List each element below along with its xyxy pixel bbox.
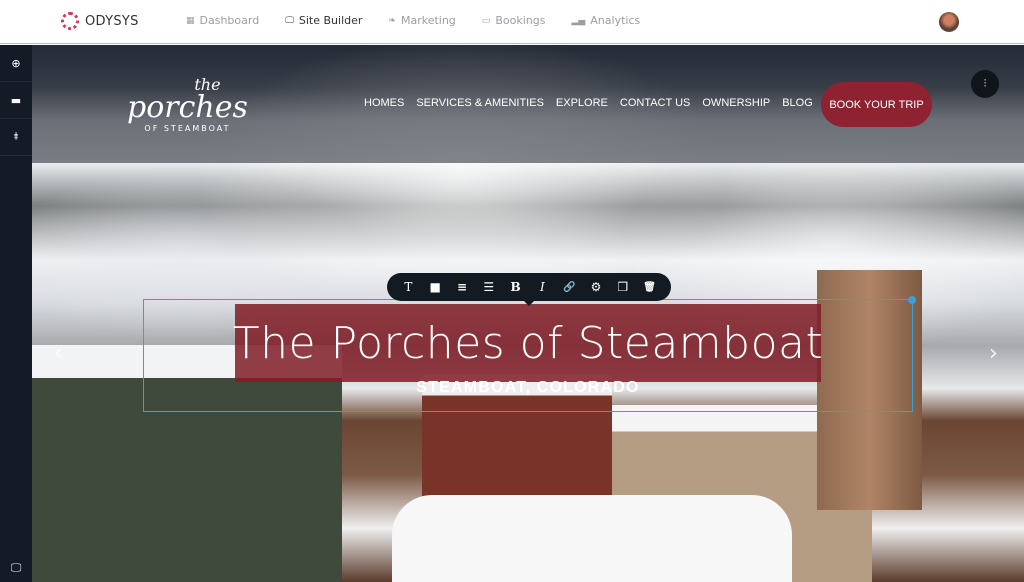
monitor-icon: 🖵 [10,561,22,574]
components-icon: ⯒ [13,129,19,143]
text-edit-toolbar: T ■ ≡ ☰ B I 🔗 ⚙ ❐ 🗑 [387,273,671,306]
hero-image-snow [392,495,792,582]
app-logo[interactable]: ODYSYS [61,12,139,30]
slider-next-arrow[interactable]: › [989,341,998,366]
site-nav-homes[interactable]: HOMES [364,97,404,109]
align-center-icon[interactable]: ≡ [449,280,475,294]
nav-analytics[interactable]: ▂▄ Analytics [571,14,640,27]
sliders-icon: ⫶ [983,77,987,90]
slider-prev-arrow[interactable]: ‹ [54,341,63,366]
nav-bookings[interactable]: ▭ Bookings [482,14,546,27]
site-nav: HOMES SERVICES & AMENITIES EXPLORE CONTA… [364,97,813,109]
builder-sidebar: ⊕ ▬ ⯒ 🖵 [0,45,32,582]
resize-handle[interactable] [908,296,916,304]
italic-icon[interactable]: I [529,280,555,294]
bar-chart-icon: ▂▄ [571,15,586,26]
site-canvas[interactable]: the porches OF STEAMBOAT HOMES SERVICES … [32,45,1024,582]
components-button[interactable]: ⯒ [0,119,32,156]
nav-marketing[interactable]: ❧ Marketing [388,14,455,27]
site-nav-contact[interactable]: CONTACT US [620,97,691,109]
hero-subtitle[interactable]: STEAMBOAT, COLORADO [235,379,821,397]
app-name: ODYSYS [85,13,139,29]
nav-dashboard[interactable]: ▦ Dashboard [186,14,259,27]
site-nav-blog[interactable]: BLOG [782,97,813,109]
align-left-icon[interactable]: ☰ [476,280,502,294]
book-trip-button[interactable]: BOOK YOUR TRIP [821,82,932,127]
background-color-icon[interactable]: ■ [422,280,448,294]
preview-button[interactable]: 🖵 [0,554,32,582]
layers-button[interactable]: ▬ [0,82,32,119]
site-logo[interactable]: the porches OF STEAMBOAT [127,75,248,133]
site-nav-services[interactable]: SERVICES & AMENITIES [416,97,544,109]
logo-icon [61,12,79,30]
add-circle-icon: ⊕ [11,56,21,70]
main-nav: ▦ Dashboard 🖵 Site Builder ❧ Marketing ▭ Boo… [186,14,640,27]
site-nav-ownership[interactable]: OWNERSHIP [702,97,770,109]
duplicate-icon[interactable]: ❐ [610,280,636,294]
layers-icon: ▬ [10,93,22,107]
delete-icon[interactable]: 🗑 [637,282,663,293]
calendar-icon: ▭ [481,15,491,26]
top-bar: ODYSYS ▦ Dashboard 🖵 Site Builder ❧ Marketi… [0,0,1024,44]
add-element-button[interactable]: ⊕ [0,45,32,82]
bold-icon[interactable]: B [503,280,529,294]
link-icon[interactable]: 🔗 [556,282,582,293]
grid-icon: ▦ [186,15,195,26]
settings-icon[interactable]: ⚙ [583,280,609,294]
monitor-icon: 🖵 [285,15,294,26]
section-settings-button[interactable]: ⫶ [971,70,999,98]
text-type-icon[interactable]: T [395,280,421,294]
leaf-icon: ❧ [388,15,396,26]
user-avatar[interactable] [939,12,959,32]
hero-title[interactable]: The Porches of Steamboat [233,304,823,382]
nav-site-builder[interactable]: 🖵 Site Builder [285,14,362,27]
site-nav-explore[interactable]: EXPLORE [556,97,608,109]
